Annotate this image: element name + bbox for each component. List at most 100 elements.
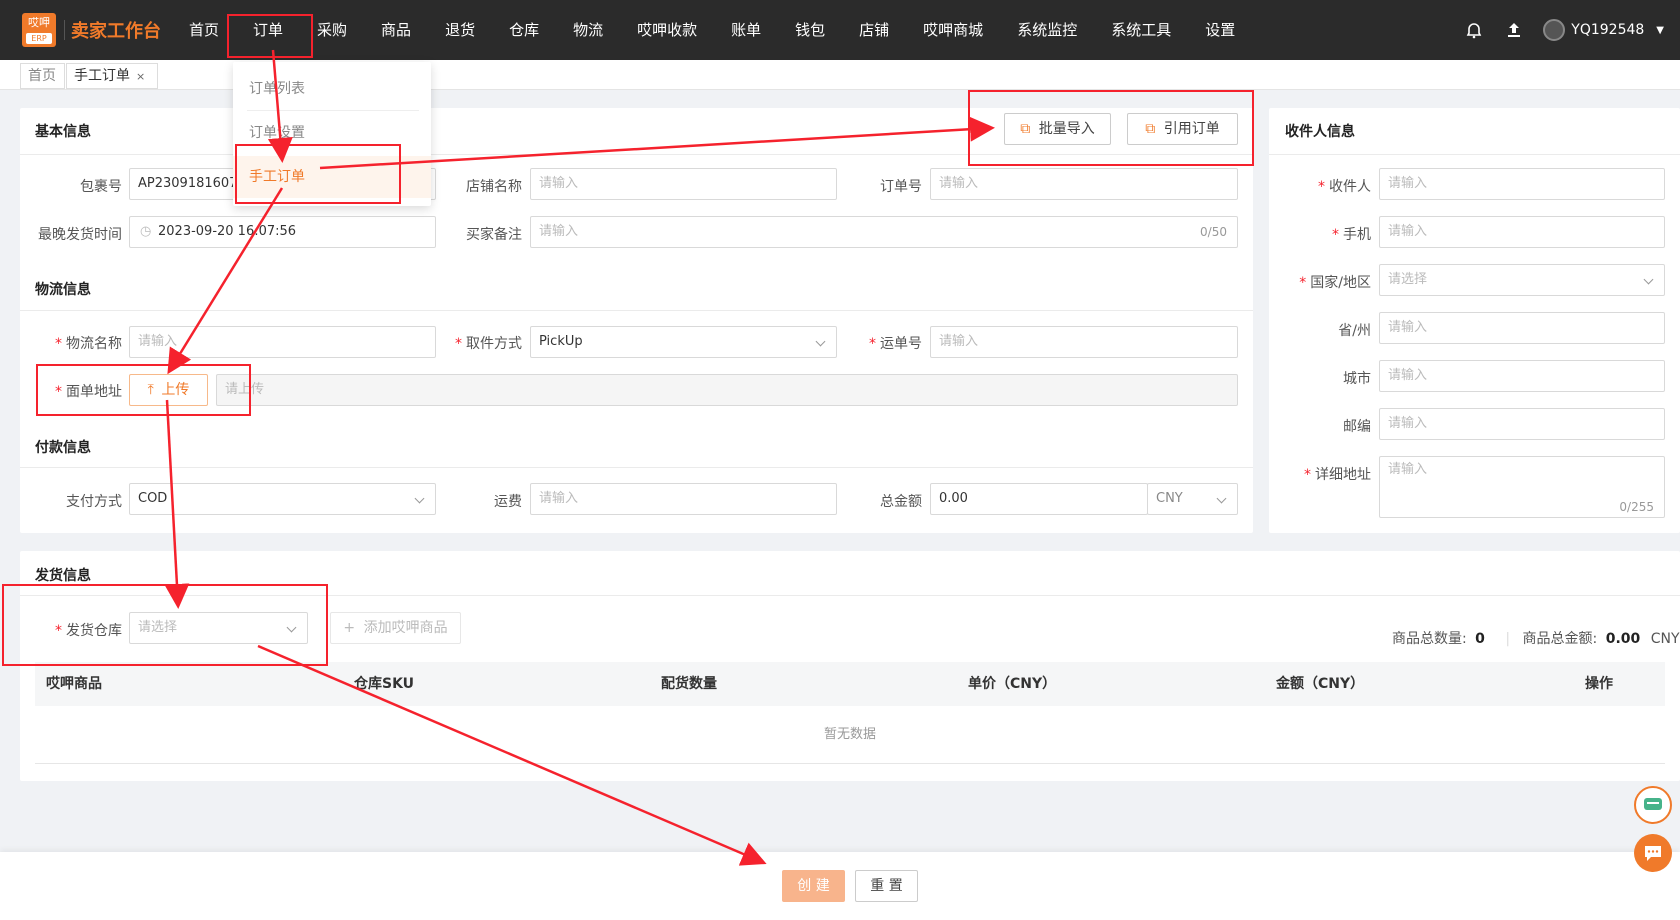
nav-item-wallet[interactable]: 钱包 (778, 0, 842, 60)
app-title: 卖家工作台 (71, 21, 161, 42)
notification-icon[interactable] (1463, 19, 1485, 41)
tracking-input[interactable]: 请输入 (930, 326, 1238, 358)
upload-icon[interactable] (1503, 19, 1525, 41)
col-sku: 仓库SKU (354, 676, 415, 692)
store-label: 店铺名称 (466, 179, 522, 195)
annotation-box-warehouse (2, 584, 328, 666)
reset-button[interactable]: 重 置 (855, 870, 918, 902)
upload-path-input: 请上传 (216, 374, 1238, 406)
logo-divider (64, 20, 65, 40)
products-table-header: 哎呷商品 仓库SKU 配货数量 单价（CNY） 金额（CNY） 操作 (35, 662, 1665, 706)
zip-input[interactable]: 请输入 (1379, 408, 1665, 440)
customer-service-button[interactable] (1634, 786, 1672, 824)
total-qty-label: 商品总数量: (1392, 631, 1467, 647)
nav-item-stores[interactable]: 店铺 (842, 0, 906, 60)
receiver-name-label: * 收件人 (1318, 179, 1371, 195)
city-label: 城市 (1343, 371, 1371, 387)
receiver-phone-input[interactable]: 请输入 (1379, 216, 1665, 248)
total-label: 总金额 (880, 494, 922, 510)
freight-label: 运费 (494, 494, 522, 510)
order-no-label: 订单号 (880, 179, 922, 195)
buyer-note-label: 买家备注 (466, 227, 522, 243)
order-no-input[interactable]: 请输入 (930, 168, 1238, 200)
add-product-label: 添加哎呷商品 (363, 620, 448, 636)
chevron-down-icon (815, 336, 826, 347)
col-product: 哎呷商品 (46, 676, 102, 692)
col-unit-price: 单价（CNY） (968, 676, 1057, 692)
tab-manual-order[interactable]: 手工订单 × (66, 63, 158, 89)
pickup-label: * 取件方式 (455, 336, 522, 352)
receiver-name-input[interactable]: 请输入 (1379, 168, 1665, 200)
nav-item-tools[interactable]: 系统工具 (1094, 0, 1188, 60)
menu-item-order-list[interactable]: 订单列表 (233, 68, 431, 110)
nav-item-products[interactable]: 商品 (364, 0, 428, 60)
pickup-value: PickUp (539, 334, 583, 349)
total-amount-currency: CNY (1650, 631, 1680, 647)
annotation-box-manual-order (235, 144, 401, 204)
close-icon[interactable]: × (136, 70, 145, 83)
package-label: 包裹号 (80, 179, 122, 195)
col-amount: 金额（CNY） (1276, 676, 1365, 692)
divider (20, 467, 1253, 468)
nav-item-payments[interactable]: 哎呷收款 (620, 0, 714, 60)
nav-item-bills[interactable]: 账单 (714, 0, 778, 60)
currency-select[interactable]: CNY (1147, 483, 1238, 515)
avatar[interactable] (1543, 19, 1566, 41)
app-logo[interactable]: 哎呷 ERP (22, 13, 56, 47)
zip-label: 邮编 (1343, 419, 1371, 435)
buyer-note-input[interactable]: 请输入 0/50 (530, 216, 1238, 248)
pay-method-label: 支付方式 (66, 494, 122, 510)
province-label: 省/州 (1338, 323, 1371, 339)
nav-item-logistics[interactable]: 物流 (556, 0, 620, 60)
nav-item-mall[interactable]: 哎呷商城 (906, 0, 1000, 60)
logistics-name-label: * 物流名称 (55, 336, 122, 352)
store-input[interactable]: 请输入 (530, 168, 837, 200)
country-label: * 国家/地区 (1299, 275, 1371, 291)
currency-value: CNY (1156, 491, 1183, 506)
plus-icon: + (343, 620, 356, 636)
receiver-phone-label: * 手机 (1332, 227, 1371, 243)
annotation-box-import-buttons (968, 90, 1254, 166)
chat-support-icon (1644, 798, 1662, 810)
divider (1269, 154, 1680, 155)
divider (20, 310, 1253, 311)
add-product-button[interactable]: + 添加哎呷商品 (330, 612, 461, 644)
latest-ship-datepicker[interactable]: ◷ 2023-09-20 16:07:56 (129, 216, 436, 248)
country-select[interactable]: 请选择 (1379, 264, 1665, 296)
province-input[interactable]: 请输入 (1379, 312, 1665, 344)
caret-down-icon[interactable]: ▼ (1656, 25, 1664, 36)
chevron-down-icon (1643, 274, 1654, 285)
user-name[interactable]: YQ192548 (1571, 22, 1644, 38)
freight-input[interactable]: 请输入 (530, 483, 837, 515)
menu-divider (247, 110, 419, 111)
nav-right: YQ192548 ▼ (1463, 0, 1680, 60)
logo-text-top: 哎呷 (28, 16, 50, 29)
nav-item-warehouse[interactable]: 仓库 (492, 0, 556, 60)
create-button[interactable]: 创 建 (782, 870, 845, 902)
buyer-note-placeholder: 请输入 (539, 224, 579, 239)
chat-bubble-icon (1645, 846, 1661, 861)
logo-erp: ERP (26, 33, 52, 44)
pay-method-value: COD (138, 491, 168, 506)
annotation-box-upload (36, 364, 251, 416)
city-input[interactable]: 请输入 (1379, 360, 1665, 392)
logistics-title: 物流信息 (35, 282, 91, 298)
total-amount-input[interactable]: 0.00 (930, 483, 1148, 515)
nav-item-settings[interactable]: 设置 (1188, 0, 1252, 60)
tab-manual-order-label: 手工订单 (74, 68, 130, 84)
pickup-select[interactable]: PickUp (530, 326, 837, 358)
total-qty-value: 0 (1475, 631, 1485, 647)
logistics-name-input[interactable]: 请输入 (129, 326, 436, 358)
latest-ship-label: 最晚发货时间 (38, 227, 122, 243)
nav-item-returns[interactable]: 退货 (428, 0, 492, 60)
total-amount-value: 0.00 (1605, 631, 1641, 647)
country-placeholder: 请选择 (1388, 272, 1428, 287)
tab-home[interactable]: 首页 (20, 63, 65, 89)
chevron-down-icon (414, 493, 425, 504)
address-textarea[interactable]: 请输入 0/255 (1379, 456, 1665, 518)
chat-button[interactable] (1634, 834, 1672, 872)
chevron-down-icon (1216, 493, 1227, 504)
pay-method-select[interactable]: COD (129, 483, 436, 515)
nav-item-monitor[interactable]: 系统监控 (1000, 0, 1094, 60)
tracking-label: * 运单号 (869, 336, 922, 352)
